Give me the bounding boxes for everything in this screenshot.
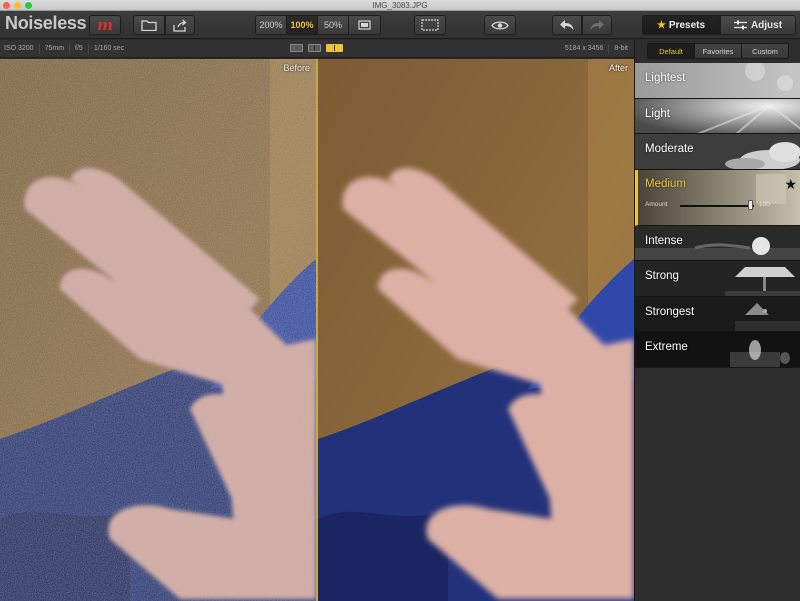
preset-item-medium[interactable]: Medium ★ Amount 100 <box>635 169 800 226</box>
fit-screen-icon <box>421 19 439 31</box>
preset-item-moderate[interactable]: Moderate <box>635 134 800 170</box>
iso-value: ISO 3200 <box>4 44 40 54</box>
redo-arrow-icon <box>590 20 604 30</box>
preset-label: Strong <box>645 270 679 282</box>
eye-icon <box>491 20 509 30</box>
aperture-value: f/5 <box>70 44 89 54</box>
preset-category-tabs: Default Favorites Custom <box>647 43 789 59</box>
after-photo <box>318 59 634 601</box>
undo-arrow-icon <box>560 20 574 30</box>
before-image-pane[interactable]: Before <box>0 59 316 601</box>
amount-label: Amount <box>645 200 668 208</box>
share-icon <box>173 19 187 32</box>
preset-item-lightest[interactable]: Lightest <box>635 63 800 99</box>
preset-label: Lightest <box>645 72 686 84</box>
shutter-speed-value: 1/160 sec <box>93 45 125 52</box>
image-size-info: 5184 x 3456 8-bit <box>560 40 628 58</box>
toggle-fullscreen-button[interactable] <box>414 15 446 35</box>
presets-label: Presets <box>668 19 706 31</box>
split-view-icon[interactable] <box>308 44 321 52</box>
preset-label: Extreme <box>645 341 688 353</box>
before-label: Before <box>283 63 310 73</box>
preset-label: Intense <box>645 234 683 247</box>
single-view-icon[interactable] <box>290 44 303 52</box>
amount-slider-track[interactable] <box>680 204 754 207</box>
amount-value: 100 <box>759 200 770 208</box>
adjust-tab-button[interactable]: Adjust <box>720 15 796 35</box>
preset-label: Light <box>645 107 670 120</box>
open-file-button[interactable] <box>133 15 165 35</box>
plugin-logo: m <box>97 15 113 34</box>
window-title: IMG_3083.JPG <box>372 1 428 10</box>
before-photo <box>0 59 316 601</box>
zoom-segmented-control: 200% 100% 50% <box>255 15 381 35</box>
main-toolbar: Noiseless m 200% 100% 50% ★ Presets Adju… <box>0 11 800 39</box>
image-dimensions: 5184 x 3456 <box>560 44 610 54</box>
preset-item-extreme[interactable]: Extreme <box>635 332 800 368</box>
plugin-logo-button[interactable]: m <box>89 15 121 35</box>
sliders-icon <box>733 20 747 30</box>
zoom-50-button[interactable]: 50% <box>318 16 349 34</box>
zoom-100-button[interactable]: 100% <box>287 16 318 34</box>
focal-length-value: 75mm <box>40 44 71 54</box>
window-title-bar: IMG_3083.JPG <box>0 0 800 11</box>
tab-favorites[interactable]: Favorites <box>695 44 742 58</box>
app-name: Noiseless <box>5 13 87 33</box>
preset-label: Strongest <box>645 305 695 318</box>
zoom-200-button[interactable]: 200% <box>256 16 287 34</box>
image-info-bar: ISO 3200 75mm f/5 1/160 sec 5184 x 3456 … <box>0 40 634 58</box>
side-by-side-view-icon[interactable] <box>326 44 343 52</box>
compare-toggle-button[interactable] <box>484 15 516 35</box>
view-mode-selector <box>290 44 343 52</box>
share-button[interactable] <box>165 15 195 35</box>
star-icon: ★ <box>656 19 666 31</box>
bit-depth: 8-bit <box>614 45 628 52</box>
preset-item-intense[interactable]: Intense <box>635 225 800 261</box>
after-image-pane[interactable]: After <box>318 59 634 601</box>
after-label: After <box>608 63 628 73</box>
adjust-label: Adjust <box>750 19 783 31</box>
preset-item-strongest[interactable]: Strongest <box>635 296 800 332</box>
fit-frame-icon <box>358 20 371 30</box>
amount-slider-thumb[interactable] <box>747 199 753 210</box>
tab-default[interactable]: Default <box>648 44 695 58</box>
preset-label: Moderate <box>645 143 694 155</box>
preset-label: Medium <box>645 177 686 190</box>
tab-custom[interactable]: Custom <box>742 44 788 58</box>
folder-icon <box>141 20 157 31</box>
redo-button[interactable] <box>582 15 612 35</box>
undo-button[interactable] <box>552 15 582 35</box>
noiseless-app: IMG_3083.JPG Noiseless m 200% 100% 50% ★… <box>0 0 800 601</box>
preset-list: Lightest Light Moderate Medium ★ Amount … <box>635 63 800 368</box>
exif-info: ISO 3200 75mm f/5 1/160 sec <box>4 40 129 58</box>
preset-item-light[interactable]: Light <box>635 98 800 134</box>
preset-item-strong[interactable]: Strong <box>635 261 800 297</box>
favorite-star-icon[interactable]: ★ <box>784 176 797 193</box>
presets-tab-button[interactable]: ★ Presets <box>642 15 720 35</box>
zoom-fit-button[interactable] <box>349 16 380 34</box>
presets-panel: Default Favorites Custom Lightest Light … <box>634 40 800 601</box>
